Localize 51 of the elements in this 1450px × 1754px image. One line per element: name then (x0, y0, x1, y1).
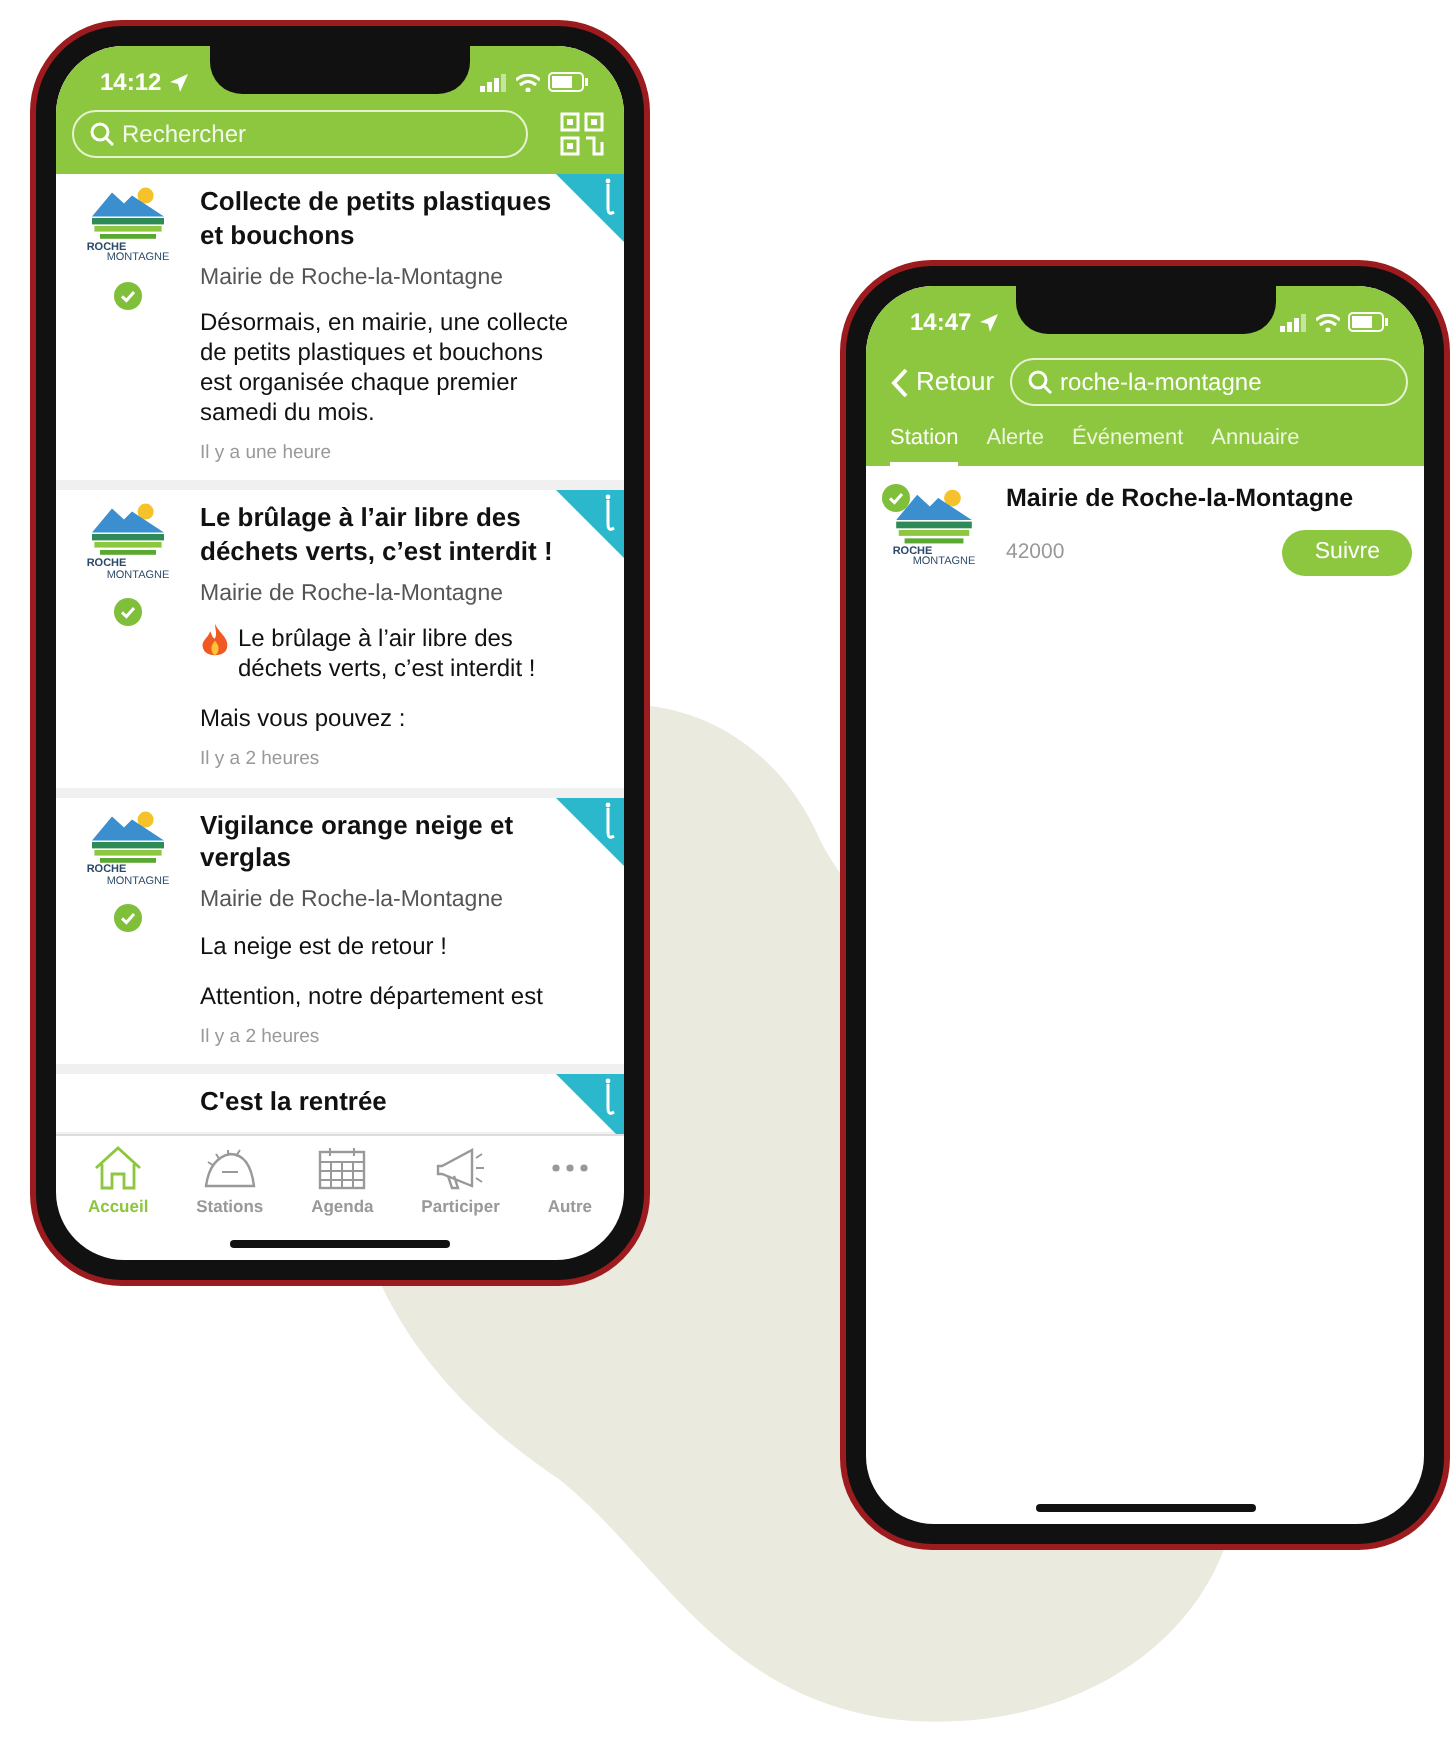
search-tab[interactable]: Annuaire (1211, 422, 1300, 465)
post-author: Mairie de Roche-la-Montagne (200, 580, 505, 611)
search-icon (90, 122, 114, 146)
landscape-logo-icon (88, 809, 168, 867)
signal-icon (1280, 313, 1308, 331)
post-title[interactable]: C'est la rentrée (200, 1085, 387, 1120)
follow-button[interactable]: Suivre (1282, 529, 1412, 576)
status-time: 14:12 (100, 66, 162, 100)
location-arrow-icon (979, 313, 998, 331)
landscape-logo-icon (88, 186, 168, 244)
tab-bar-item[interactable]: Autre (547, 1142, 593, 1220)
post-title[interactable]: Collecte de petits plastiques et bouchons (200, 186, 572, 254)
search-field[interactable]: roche-la-montagne (1010, 358, 1408, 406)
battery-icon (1348, 312, 1388, 332)
chevron-left-icon (890, 367, 908, 397)
post-author: Mairie de Roche-la-Montagne (200, 263, 505, 294)
post-time: Il y a 2 heures (200, 1023, 322, 1052)
post-title[interactable]: Vigilance orange neige et verglas (200, 809, 572, 877)
search-icon (1028, 370, 1053, 394)
tab-bar-item[interactable]: Participer (421, 1142, 500, 1220)
back-button[interactable]: Retour (890, 362, 995, 402)
tab-bar-item[interactable]: Accueil (87, 1142, 149, 1220)
search-tab[interactable]: Alerte (986, 422, 1044, 465)
battery-icon (548, 72, 588, 92)
postal-code: 42000 (1006, 537, 1065, 567)
post-body: Attention, notre département est (200, 981, 543, 1012)
calendar-icon (314, 1142, 371, 1195)
post-body: Désormais, en mairie, une collecte de petits plastiques et bouchons est organisée chaque premier samedi du mois. (200, 308, 571, 429)
signal-icon (480, 73, 508, 91)
post-time: Il y a 2 heures (200, 746, 322, 775)
post-body: La neige est de retour ! (200, 931, 447, 962)
tab-bar-item[interactable]: Agenda (311, 1142, 374, 1220)
station-name: Mairie de Roche-la-Montagne (1006, 481, 1356, 514)
post-body: Le brûlage à l’air libre des déchets verts, c’est interdit ! (238, 624, 538, 685)
post-author: Mairie de Roche-la-Montagne (200, 886, 505, 917)
wifi-icon (516, 73, 540, 91)
post-body: Mais vous pouvez : (200, 704, 406, 735)
wifi-icon (1316, 313, 1340, 331)
location-arrow-icon (169, 73, 188, 91)
post-time: Il y a une heure (200, 440, 333, 469)
megaphone-icon (432, 1142, 489, 1195)
qr-code-icon[interactable] (560, 112, 604, 156)
status-time: 14:47 (910, 306, 972, 340)
landscape-logo-icon (88, 502, 168, 561)
search-tab[interactable]: Événement (1072, 422, 1184, 465)
post-title[interactable]: Le brûlage à l’air libre des déchets verts, c’est interdit ! (200, 502, 572, 571)
landscape-logo-icon (892, 487, 976, 548)
tab-bar-item[interactable]: Stations (196, 1142, 264, 1220)
search-tab[interactable]: Station (890, 422, 959, 465)
search-field[interactable]: Rechercher (72, 110, 528, 158)
more-icon (551, 1164, 588, 1173)
